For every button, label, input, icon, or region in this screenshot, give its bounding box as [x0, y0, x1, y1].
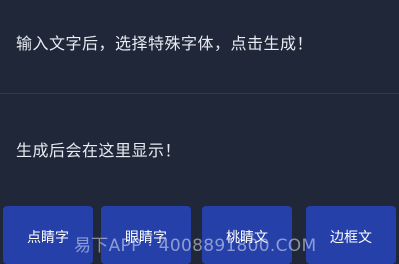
border-font-button[interactable]: 边框文 [306, 206, 396, 264]
font-generator-screen: 输入文字后，选择特殊字体，点击生成！ 生成后会在这里显示！ 点睛字 眼睛字 桃睛… [0, 0, 399, 264]
peach-eye-font-button[interactable]: 桃睛文 [202, 206, 292, 264]
output-display-area: 生成后会在这里显示！ [0, 95, 399, 199]
dot-eye-font-button[interactable]: 点睛字 [3, 206, 93, 264]
input-placeholder: 输入文字后，选择特殊字体，点击生成！ [16, 34, 314, 53]
eye-font-button[interactable]: 眼睛字 [101, 206, 191, 264]
output-placeholder: 生成后会在这里显示！ [16, 141, 182, 160]
button-label: 桃睛文 [226, 230, 268, 246]
text-input-area[interactable]: 输入文字后，选择特殊字体，点击生成！ [0, 0, 399, 94]
button-label: 眼睛字 [125, 230, 167, 246]
font-style-button-row: 点睛字 眼睛字 桃睛文 边框文 [0, 206, 399, 264]
button-label: 边框文 [330, 230, 372, 246]
button-label: 点睛字 [27, 230, 69, 246]
